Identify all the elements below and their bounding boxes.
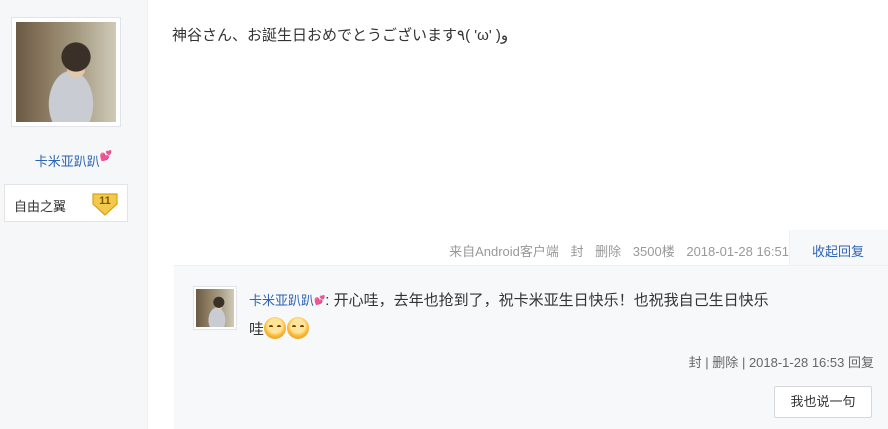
comment-text: : 开心哇，去年也抢到了，祝卡米亚生日快乐！也祝我自己生日快乐 (325, 292, 769, 309)
author-sidebar: 卡米亚趴趴💕 自由之翼 11 (0, 0, 148, 429)
avatar-image (16, 22, 116, 122)
smile-emoji-icon (264, 317, 287, 339)
badge-name: 自由之翼 (14, 199, 67, 214)
comment-panel: 卡米亚趴趴💕: 开心哇，去年也抢到了，祝卡米亚生日快乐！也祝我自己生日快乐 哇 … (174, 265, 888, 429)
comment-delete-link[interactable]: 删除 (712, 355, 738, 370)
comment-meta: 封 | 删除 | 2018-1-28 16:53 回复 (689, 352, 874, 371)
author-name-text[interactable]: 卡米亚趴趴 (35, 154, 100, 169)
comment-seal-link[interactable]: 封 (689, 355, 702, 370)
level-badge-icon: 11 (91, 191, 119, 217)
smile-emoji-icon (287, 317, 310, 339)
delete-link[interactable]: 删除 (595, 244, 621, 259)
heart-icon: 💕 (314, 295, 326, 305)
post-meta: 来自Android客户端 封 删除 3500楼 2018-01-28 16:51 (449, 241, 789, 260)
collapse-reply-link[interactable]: 收起回复 (812, 241, 864, 260)
comment-avatar[interactable] (193, 286, 237, 330)
floor-number: 3500楼 (632, 244, 675, 259)
collapse-reply-tab[interactable]: 收起回复 (789, 230, 888, 266)
divider: | (741, 355, 749, 370)
comment-item: 卡米亚趴趴💕: 开心哇，去年也抢到了，祝卡米亚生日快乐！也祝我自己生日快乐 哇 (249, 286, 869, 344)
post-source-link[interactable]: 来自Android客户端 (449, 244, 559, 259)
seal-link[interactable]: 封 (571, 244, 584, 259)
add-comment-button[interactable]: 我也说一句 (774, 386, 872, 418)
comment-reply-link[interactable]: 回复 (848, 355, 874, 370)
member-badge[interactable]: 自由之翼 11 (4, 184, 128, 222)
comment-text-cont: 哇 (249, 321, 265, 338)
post-content: 神谷さん、お誕生日おめでとうございます٩( 'ω' )و (172, 27, 509, 44)
author-name[interactable]: 卡米亚趴趴💕 (0, 151, 147, 170)
heart-icon: 💕 (99, 151, 113, 162)
comment-user-name[interactable]: 卡米亚趴趴 (249, 293, 314, 308)
post-datetime: 2018-01-28 16:51 (686, 244, 789, 259)
badge-level: 11 (99, 195, 111, 207)
comment-user-link[interactable]: 卡米亚趴趴💕 (249, 293, 325, 308)
comment-datetime: 2018-1-28 16:53 (748, 355, 845, 370)
comment-avatar-image (196, 289, 234, 327)
author-avatar[interactable] (11, 17, 121, 127)
